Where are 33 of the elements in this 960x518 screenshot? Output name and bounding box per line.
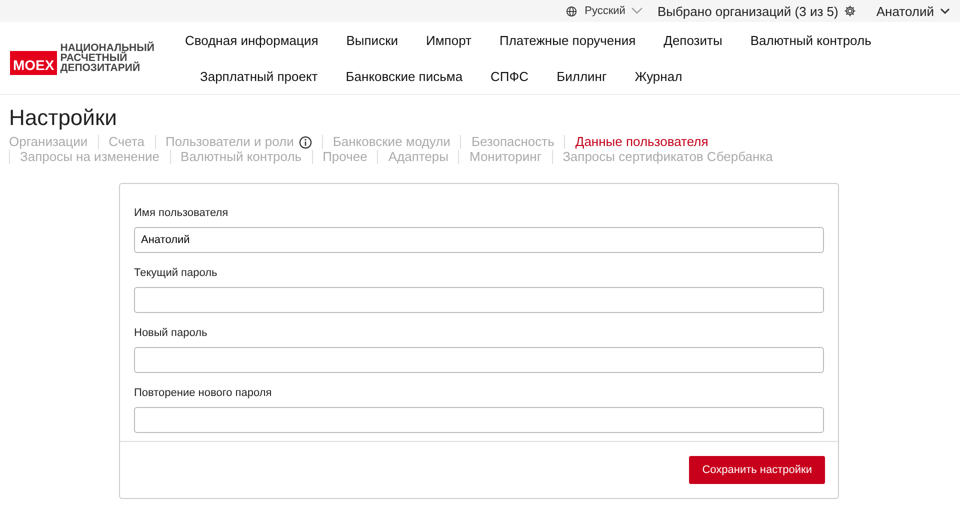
save-button[interactable]: Сохранить настройки — [689, 456, 825, 484]
page-title: Настройки — [9, 105, 118, 131]
logo-badge: MOEX — [10, 51, 58, 75]
tab[interactable]: Данные пользователя — [575, 135, 708, 149]
input-field[interactable] — [134, 347, 824, 373]
nav-link[interactable]: Биллинг — [556, 68, 607, 84]
user-menu[interactable]: Анатолий — [876, 4, 934, 18]
nav-link[interactable]: СПФС — [490, 68, 529, 84]
logo-text: НАЦИОНАЛЬНЫЙ — [60, 43, 154, 53]
nav-link[interactable]: Импорт — [426, 32, 472, 48]
field-label: Текущий пароль — [134, 267, 218, 279]
chevron-down-icon[interactable] — [940, 8, 950, 14]
organizations-selector[interactable]: Выбрано организаций (3 из 5) — [657, 4, 838, 18]
nav-link[interactable]: Депозиты — [664, 32, 722, 48]
nav-link[interactable]: Сводная информация — [185, 32, 318, 48]
nav-link[interactable]: Платежные поручения — [499, 32, 636, 48]
field-label: Новый пароль — [134, 327, 208, 339]
nav-link[interactable]: Зарплатный проект — [200, 68, 318, 84]
globe-icon — [566, 6, 577, 16]
info-icon[interactable] — [298, 136, 312, 148]
nav-link[interactable]: Валютный контроль — [750, 32, 872, 48]
settings-icon[interactable] — [844, 5, 856, 17]
input-field[interactable] — [134, 287, 824, 313]
nav-link[interactable]: Банковские письма — [346, 68, 463, 84]
nav-link[interactable]: Журнал — [634, 68, 682, 84]
input-field[interactable]: Анатолий — [134, 227, 824, 253]
field-label: Имя пользователя — [134, 207, 230, 219]
nav-link[interactable]: Выписки — [346, 32, 398, 48]
logo-text: РАСЧЕТНЫЙ — [60, 53, 128, 63]
language-selector[interactable]: Русский — [584, 5, 626, 17]
field-label: Повторение нового пароля — [134, 387, 273, 399]
logo-text: ДЕПОЗИТАРИЙ — [60, 63, 141, 73]
input-field[interactable] — [134, 407, 824, 433]
